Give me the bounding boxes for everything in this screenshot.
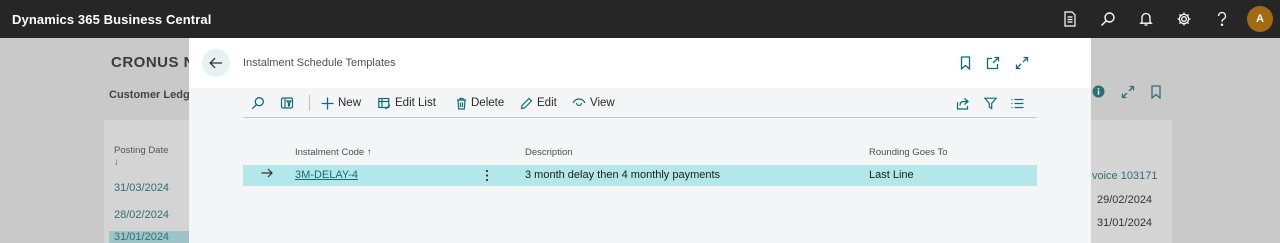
new-button[interactable]: New	[321, 88, 361, 118]
view-button[interactable]: View	[572, 88, 615, 118]
toolbar-divider	[309, 95, 310, 111]
user-avatar[interactable]: A	[1247, 6, 1273, 32]
filter-pane-icon	[280, 97, 294, 109]
bell-icon[interactable]	[1127, 0, 1165, 38]
plus-icon	[321, 97, 334, 109]
instalment-templates-dialog: Instalment Schedule Templates New Edit L…	[189, 38, 1091, 243]
background-date: 31/01/2024	[109, 231, 189, 243]
edit-list-button[interactable]: Edit List	[378, 88, 436, 118]
column-header-code[interactable]: Instalment Code ↑	[295, 147, 372, 158]
background-date: 31/01/2024	[1097, 217, 1153, 229]
posting-date-header: Posting Date ↓	[114, 145, 168, 169]
list-icon	[1011, 98, 1024, 108]
share-button[interactable]	[956, 88, 970, 118]
view-button-label: View	[590, 97, 615, 109]
edit-list-button-label: Edit List	[395, 97, 436, 109]
dialog-body: New Edit List Delete Edit View Instalmen…	[189, 88, 1091, 243]
background-date: 28/02/2024	[114, 209, 170, 221]
edit-button-label: Edit	[537, 97, 557, 109]
search-icon	[251, 97, 264, 110]
delete-button-label: Delete	[471, 97, 505, 109]
bookmark-icon	[1150, 85, 1162, 102]
dialog-header: Instalment Schedule Templates	[189, 38, 1091, 88]
table-row[interactable]: 3M-DELAY-4 3 month delay then 4 monthly …	[243, 165, 1037, 186]
description-cell[interactable]: 3 month delay then 4 monthly payments	[525, 169, 720, 181]
share-icon	[956, 97, 969, 110]
row-selected-arrow-icon	[261, 168, 273, 181]
page-subtitle: Customer Ledge	[109, 89, 196, 101]
dialog-title: Instalment Schedule Templates	[243, 57, 396, 69]
column-header-description[interactable]: Description	[525, 147, 573, 158]
info-icon	[1092, 85, 1105, 101]
column-header-rounding[interactable]: Rounding Goes To	[869, 147, 948, 158]
filter-icon	[984, 97, 997, 110]
arrow-left-icon	[209, 57, 222, 69]
company-name: CRONUS N	[111, 54, 196, 71]
edit-list-icon	[378, 97, 391, 110]
edit-button[interactable]: Edit	[520, 88, 557, 118]
filter-button[interactable]	[984, 88, 997, 118]
background-date: 31/03/2024	[114, 182, 170, 194]
row-actions-menu-icon[interactable]	[485, 169, 489, 185]
open-in-new-window-icon[interactable]	[985, 55, 1001, 71]
eye-icon	[572, 98, 586, 107]
posting-date-label: Posting Date	[114, 145, 169, 156]
pencil-icon	[520, 97, 533, 109]
background-document: voice 103171	[1092, 170, 1158, 182]
instalment-code-link[interactable]: 3M-DELAY-4	[295, 169, 358, 181]
trash-icon	[457, 97, 466, 110]
app-bar: Dynamics 365 Business Central A	[0, 0, 1280, 38]
expand-icon	[1121, 85, 1135, 102]
app-title[interactable]: Dynamics 365 Business Central	[0, 12, 211, 27]
gear-icon[interactable]	[1165, 0, 1203, 38]
back-button[interactable]	[202, 49, 230, 77]
search-icon[interactable]	[1089, 0, 1127, 38]
sort-arrow: ↓	[114, 157, 119, 168]
rounding-cell[interactable]: Last Line	[869, 169, 914, 181]
search-button[interactable]	[251, 88, 265, 118]
new-button-label: New	[338, 97, 362, 109]
expand-icon[interactable]	[1014, 55, 1030, 71]
filter-pane-button[interactable]	[280, 88, 294, 118]
action-bar: New Edit List Delete Edit View	[243, 88, 1037, 118]
app-bar-actions: A	[1051, 0, 1280, 38]
bookmark-icon[interactable]	[957, 55, 973, 71]
delete-button[interactable]: Delete	[456, 88, 504, 118]
help-icon[interactable]	[1203, 0, 1241, 38]
list-view-button[interactable]	[1011, 88, 1024, 118]
background-date: 29/02/2024	[1097, 194, 1153, 206]
document-icon[interactable]	[1051, 0, 1089, 38]
